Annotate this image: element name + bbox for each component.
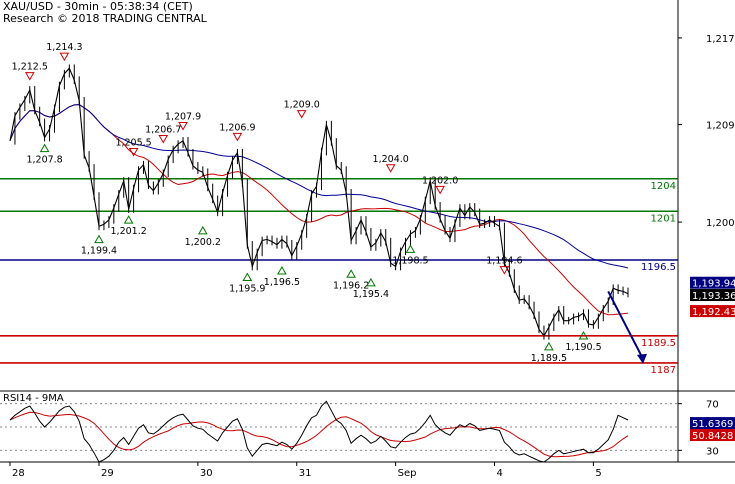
time-tick-label: Sep [398, 468, 417, 479]
swing-value-label: 1,207.9 [165, 112, 201, 123]
swing-high-marker [435, 185, 445, 195]
price-tag-label: 1,193.36 [692, 291, 735, 302]
swing-low-marker [277, 265, 287, 275]
chart-svg: 1,217 1,209 1,200 28 29 30 31 Sep 4 5 1204 1201 1196… [0, 0, 735, 479]
swing-value-label: 1,206.9 [219, 122, 255, 133]
rsi-value-label: 50.8428 [692, 431, 733, 442]
chart-container: 1,217 1,209 1,200 28 29 30 31 Sep 4 5 1204 1201 1196… [0, 0, 735, 480]
rsi-tick-label: 30 [706, 446, 719, 457]
price-tick-label: 1,200 [706, 218, 735, 229]
time-tick-label: 31 [299, 468, 312, 479]
price-tick-label: 1,217 [706, 34, 735, 45]
moving-average-line [9, 104, 629, 269]
swing-value-label: 1,214.3 [46, 42, 82, 53]
level-label: 1204 [651, 181, 676, 192]
swing-high-marker [158, 135, 169, 144]
time-tick-label: 28 [12, 468, 25, 479]
swing-value-label: 1,206.7 [145, 125, 181, 136]
swing-low-marker [346, 269, 356, 278]
time-tick-label: 5 [595, 468, 601, 479]
swing-value-label: 1,195.4 [353, 289, 389, 300]
swing-value-label: 1,204.0 [373, 154, 409, 165]
swing-value-label: 1,199.4 [81, 246, 117, 257]
swing-low-marker [39, 143, 50, 153]
time-tick-label: 4 [497, 468, 503, 479]
swing-low-marker [544, 341, 554, 351]
swing-high-marker [232, 132, 243, 142]
swing-value-label: 1,189.5 [531, 353, 567, 364]
time-tick-label: 29 [101, 468, 114, 479]
swing-value-label: 1,200.2 [185, 237, 221, 248]
time-tick-label: 30 [200, 468, 213, 479]
rsi-tick-label: 70 [706, 400, 719, 411]
price-tag-label: 1,193.94 [692, 279, 735, 290]
forecast-arrow-shaft [607, 290, 643, 358]
level-label: 1189.5 [641, 338, 676, 349]
level-label: 1196.5 [641, 262, 676, 273]
moving-average-line [9, 104, 629, 316]
price-tag-label: 1,192.43 [692, 307, 735, 318]
swing-value-label: 1,212.5 [12, 62, 48, 73]
swing-value-label: 1,198.5 [392, 255, 428, 266]
level-label: 1201 [651, 213, 676, 224]
swing-value-label: 1,196.5 [264, 277, 300, 288]
swing-low-marker [197, 225, 208, 235]
swing-high-marker [59, 52, 70, 62]
rsi-panel-label: RSI14 - 9MA [3, 393, 64, 404]
swing-value-label: 1,195.9 [229, 284, 265, 295]
price-tick-label: 1,209 [706, 121, 735, 132]
level-label: 1187 [651, 365, 676, 376]
rsi-value-label: 51.6369 [692, 419, 733, 430]
swing-value-label: 1,205.5 [115, 138, 151, 149]
swing-value-label: 1,202.0 [422, 175, 458, 186]
swing-low-marker [405, 244, 416, 253]
chart-credit: Research © 2018 TRADING CENTRAL [3, 12, 207, 25]
swing-value-label: 1,201.2 [111, 226, 147, 237]
swing-high-marker [385, 164, 396, 173]
swing-high-marker [296, 110, 307, 119]
swing-value-label: 1,207.8 [26, 155, 62, 166]
swing-low-marker [94, 234, 104, 244]
swing-low-marker [123, 215, 134, 224]
swing-low-marker [242, 272, 253, 281]
swing-value-label: 1,209.0 [284, 100, 320, 111]
swing-value-label: 1,194.6 [486, 256, 522, 267]
swing-high-marker [24, 72, 35, 81]
swing-value-label: 1,190.5 [565, 342, 601, 353]
